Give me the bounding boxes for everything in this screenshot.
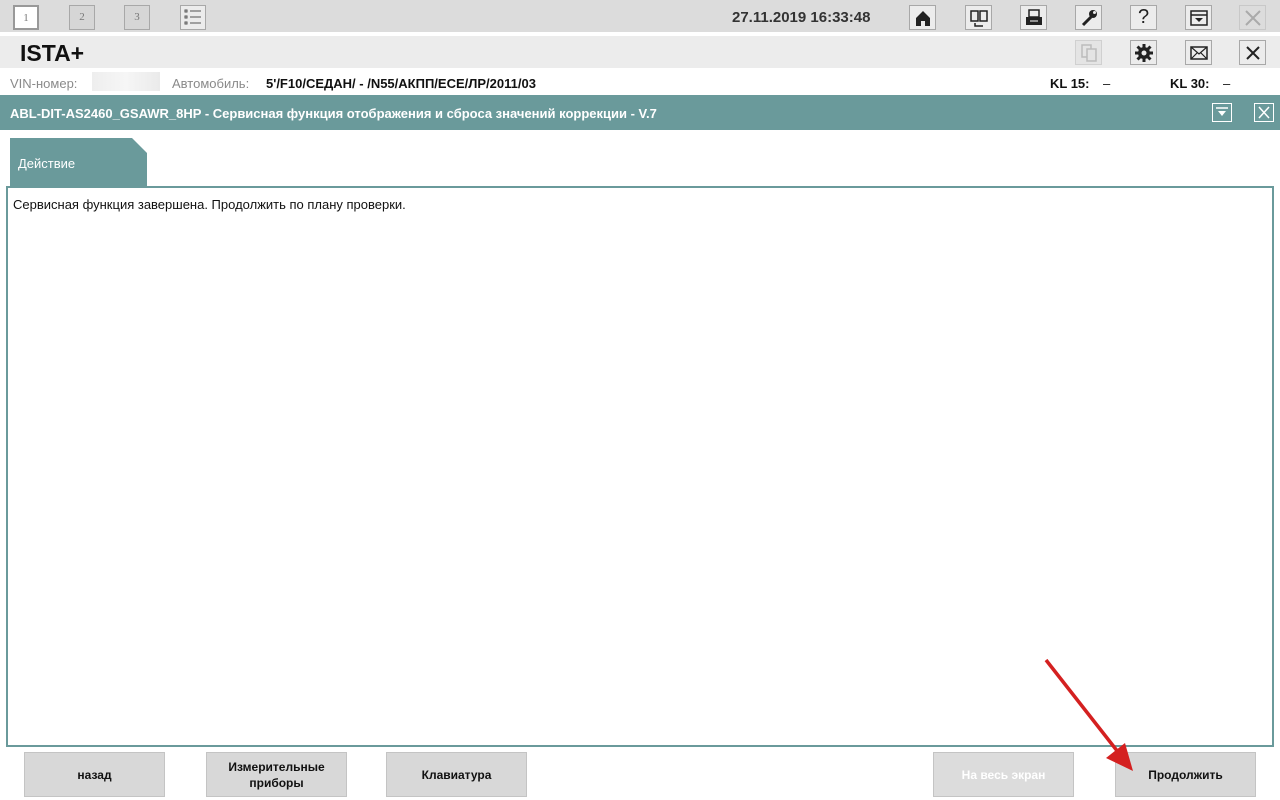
minimize-window-icon xyxy=(1189,9,1208,26)
close-icon xyxy=(1258,106,1270,119)
service-button[interactable] xyxy=(1075,5,1102,30)
datetime: 27.11.2019 16:33:48 xyxy=(732,9,871,26)
status-message: Сервисная функция завершена. Продолжить … xyxy=(13,197,406,212)
mail-icon xyxy=(1189,45,1208,60)
help-button[interactable]: ? xyxy=(1130,5,1157,30)
function-collapse-button[interactable] xyxy=(1212,103,1232,122)
wrench-icon xyxy=(1081,9,1097,26)
content-panel: Сервисная функция завершена. Продолжить … xyxy=(6,186,1274,747)
workspace-3-button[interactable]: 3 xyxy=(124,5,150,30)
compare-icon xyxy=(969,9,988,27)
kl15-value: – xyxy=(1103,76,1111,91)
mail-button[interactable] xyxy=(1185,40,1212,65)
settings-button[interactable] xyxy=(1130,40,1157,65)
function-title: ABL-DIT-AS2460_GSAWR_8HP - Сервисная фун… xyxy=(10,106,657,121)
fullscreen-button[interactable]: На весь экран xyxy=(933,752,1074,797)
top-toolbar: 1 2 3 27.11.2019 16:33:48 ? xyxy=(0,0,1280,34)
function-close-button[interactable] xyxy=(1254,103,1274,122)
function-header: ABL-DIT-AS2460_GSAWR_8HP - Сервисная фун… xyxy=(0,95,1280,130)
copy-icon xyxy=(1080,43,1097,62)
home-icon xyxy=(915,10,930,26)
print-button[interactable] xyxy=(1020,5,1047,30)
list-icon xyxy=(184,9,201,25)
compare-button[interactable] xyxy=(965,5,992,30)
ista-window: 1 2 3 27.11.2019 16:33:48 ? ISTA+ VIN-но… xyxy=(0,0,1280,800)
close-icon xyxy=(1245,45,1260,60)
continue-button[interactable]: Продолжить xyxy=(1115,752,1256,797)
kl30-value: – xyxy=(1223,76,1231,91)
vin-value-redacted xyxy=(92,72,160,91)
measuring-devices-label-line2: приборы xyxy=(249,775,304,790)
dropdown-icon xyxy=(1216,107,1228,116)
measuring-devices-label: Измерительные приборы xyxy=(228,759,324,791)
kl15-label: KL 15: xyxy=(1050,76,1090,91)
close-app-button[interactable] xyxy=(1239,5,1266,30)
measuring-devices-button[interactable]: Измерительные приборы xyxy=(206,752,347,797)
tab-action-label: Действие xyxy=(18,156,76,171)
kl30-label: KL 30: xyxy=(1170,76,1210,91)
gear-icon xyxy=(1134,43,1153,62)
vin-label: VIN-номер: xyxy=(10,76,78,91)
close-session-button[interactable] xyxy=(1239,40,1266,65)
help-icon: ? xyxy=(1137,6,1150,28)
tab-action[interactable]: Действие xyxy=(10,138,147,187)
workspace-2-button[interactable]: 2 xyxy=(69,5,95,30)
close-icon xyxy=(1244,9,1261,26)
workspace-1-button[interactable]: 1 xyxy=(13,5,39,30)
app-title: ISTA+ xyxy=(20,40,85,66)
measuring-devices-label-line1: Измерительные xyxy=(228,759,325,774)
app-header: ISTA+ xyxy=(0,36,1280,68)
copy-button[interactable] xyxy=(1075,40,1102,65)
car-label: Автомобиль: xyxy=(172,76,250,91)
home-button[interactable] xyxy=(909,5,936,30)
keyboard-button[interactable]: Клавиатура xyxy=(386,752,527,797)
minimize-window-button[interactable] xyxy=(1185,5,1212,30)
workspace-list-button[interactable] xyxy=(180,5,206,30)
car-value: 5'/F10/СЕДАН/ - /N55/АКПП/ECE/ЛР/2011/03 xyxy=(266,76,536,91)
print-icon xyxy=(1025,8,1042,25)
back-button[interactable]: назад xyxy=(24,752,165,797)
vehicle-info: VIN-номер: Автомобиль: 5'/F10/СЕДАН/ - /… xyxy=(0,68,1280,95)
